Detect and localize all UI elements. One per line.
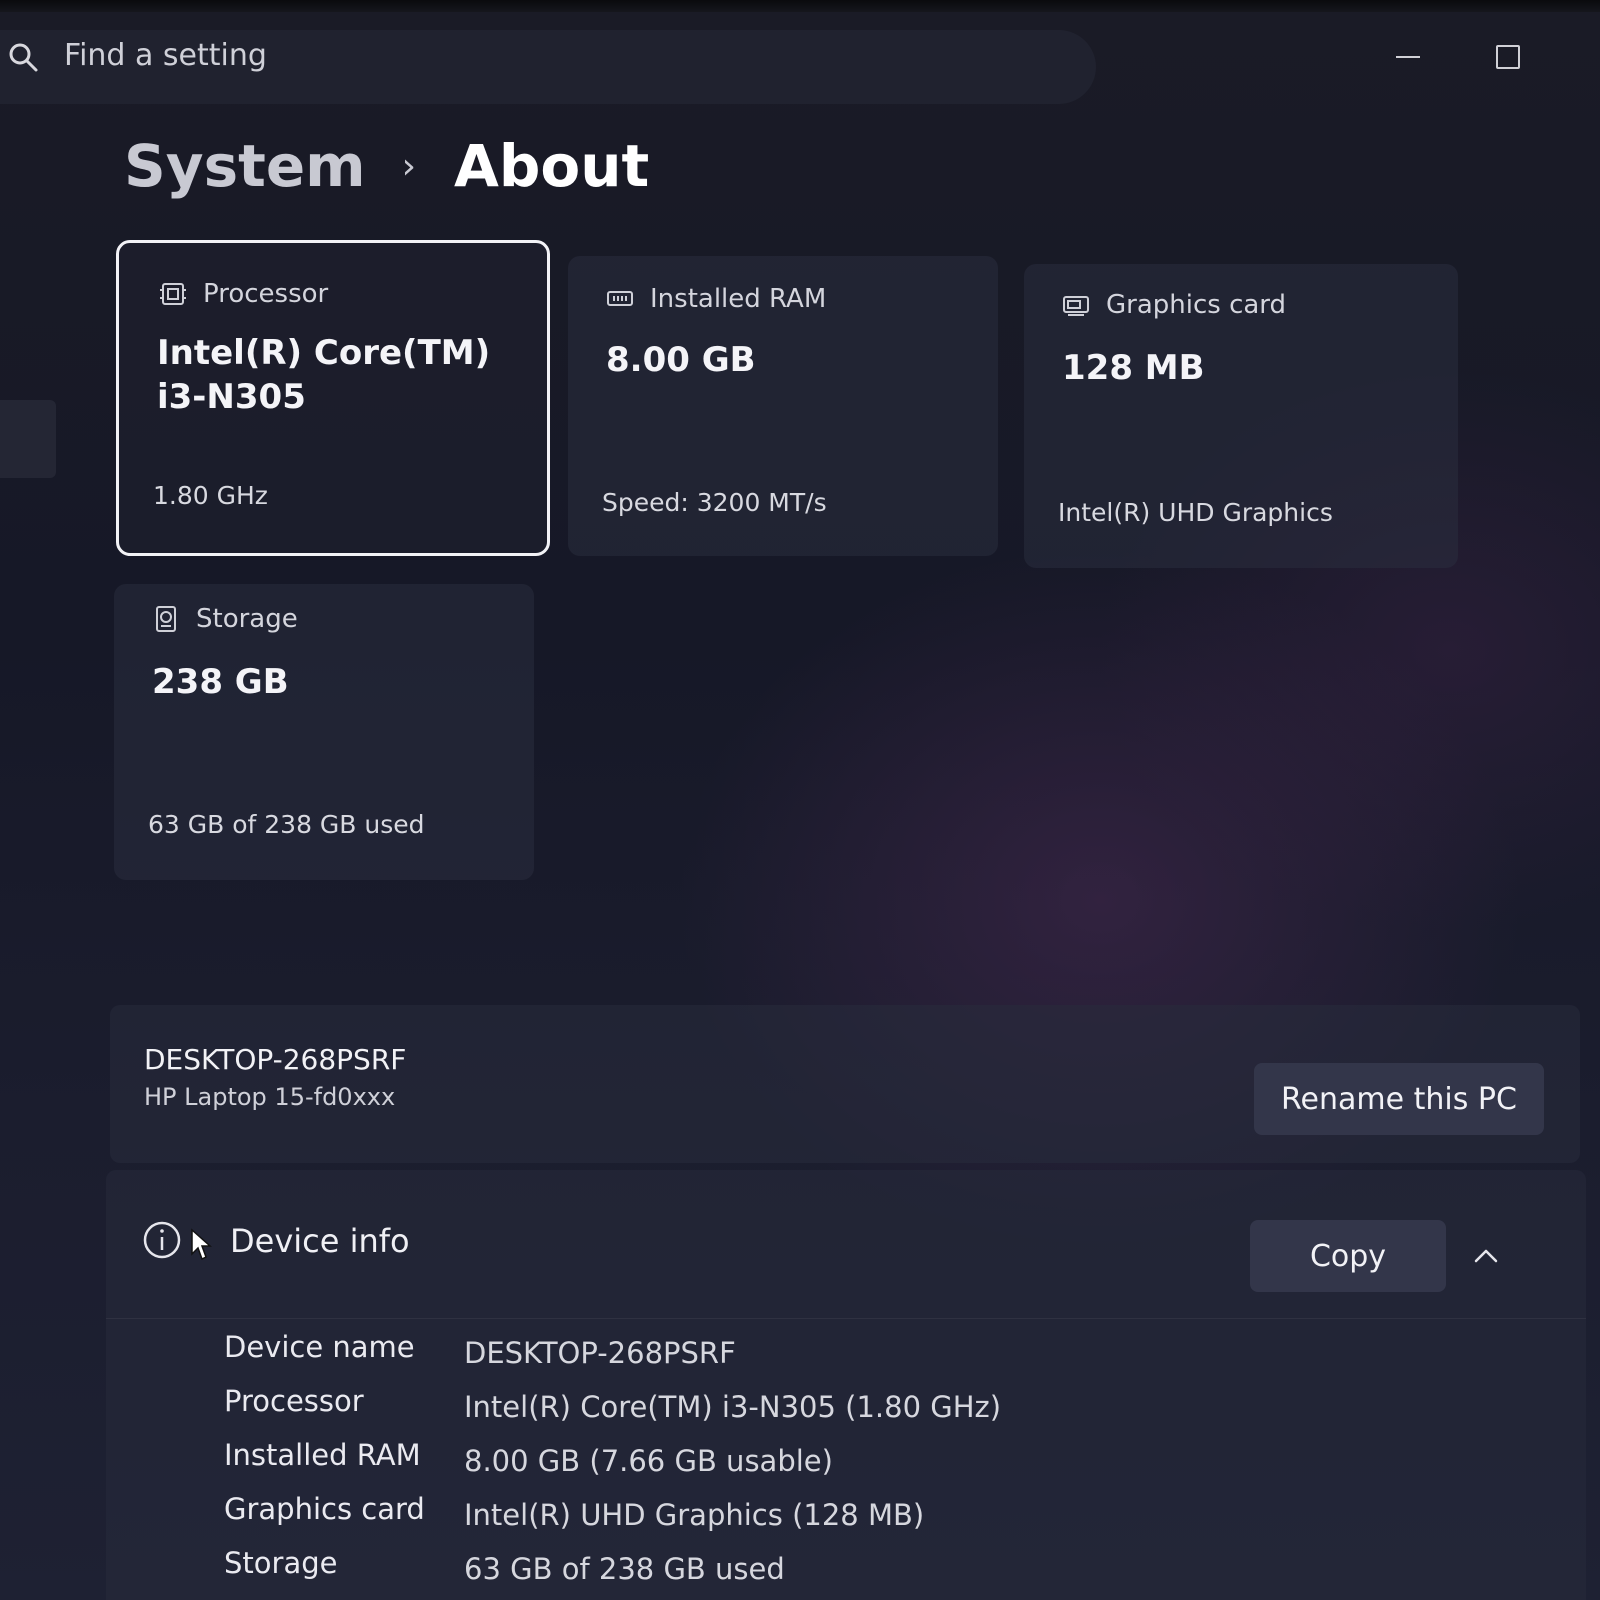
breadcrumb: System › About [124,132,649,200]
storage-icon [156,606,176,632]
pc-model: HP Laptop 15-fd0xxx [144,1083,396,1111]
pc-name: DESKTOP-268PSRF [144,1043,407,1076]
storage-card-value: 238 GB [152,662,289,702]
ram-icon [607,291,633,306]
ram-card-value: 8.00 GB [606,340,756,380]
device-info-header[interactable]: Device info Copy [106,1170,1586,1319]
processor-card-value: Intel(R) Core(TM) i3-N305 [157,333,491,417]
ram-card-header: Installed RAM [606,284,826,314]
spec-label: Processor [224,1384,364,1418]
spec-label: Storage [224,1546,338,1580]
spec-row: Installed RAM 8.00 GB (7.66 GB usable) [224,1438,1424,1490]
device-info-section: Device info Copy Device name DESKTOP-268… [106,1170,1586,1600]
page-title: About [454,132,650,200]
ram-card-sub: Speed: 3200 MT/s [602,488,827,517]
ram-card[interactable]: Installed RAM 8.00 GB Speed: 3200 MT/s [568,256,998,556]
search-icon [9,43,38,72]
spec-value: 8.00 GB (7.66 GB usable) [464,1444,833,1478]
pc-name-row: DESKTOP-268PSRF HP Laptop 15-fd0xxx Rena… [110,1005,1580,1163]
sidebar-item-selected[interactable] [0,400,56,478]
graphics-card-header: Graphics card [1062,290,1286,320]
spec-row: Processor Intel(R) Core(TM) i3-N305 (1.8… [224,1384,1424,1436]
graphics-card-value: 128 MB [1062,348,1205,388]
processor-card-header: Processor [159,279,328,309]
graphics-card-title: Graphics card [1106,290,1287,320]
processor-card-title: Processor [203,279,329,309]
screen-top-edge [0,0,1600,12]
spec-label: Device name [224,1330,415,1364]
spec-row: Device name DESKTOP-268PSRF [224,1330,1424,1382]
processor-icon [160,283,186,305]
breadcrumb-system[interactable]: System [124,132,366,200]
chevron-right-icon: › [401,145,417,187]
spec-value: DESKTOP-268PSRF [464,1336,736,1370]
storage-card-title: Storage [196,604,298,634]
search-input[interactable]: Find a setting [64,38,267,73]
maximize-icon [1496,45,1520,69]
storage-card-sub: 63 GB of 238 GB used [148,810,425,839]
spec-value: Intel(R) Core(TM) i3-N305 (1.80 GHz) [464,1390,1002,1424]
graphics-card-card[interactable]: Graphics card 128 MB Intel(R) UHD Graphi… [1024,264,1458,568]
spec-row: Graphics card Intel(R) UHD Graphics (128… [224,1492,1424,1544]
spec-label: Graphics card [224,1492,425,1526]
spec-row: Storage 63 GB of 238 GB used [224,1546,1424,1598]
graphics-card-sub: Intel(R) UHD Graphics [1058,498,1333,527]
storage-card[interactable]: Storage 238 GB 63 GB of 238 GB used [114,584,534,880]
spec-value: 63 GB of 238 GB used [464,1552,785,1586]
mouse-cursor-icon [191,1228,212,1261]
spec-label: Installed RAM [224,1438,421,1472]
ram-card-title: Installed RAM [650,284,827,314]
maximize-button[interactable] [1481,34,1535,80]
graphics-card-icon [1063,296,1089,316]
copy-button[interactable]: Copy [1250,1220,1446,1292]
processor-card-sub: 1.80 GHz [153,481,268,510]
minimize-button[interactable] [1381,34,1435,80]
chevron-up-icon[interactable] [1470,1240,1502,1272]
rename-pc-button[interactable]: Rename this PC [1254,1063,1544,1135]
storage-card-header: Storage [152,604,298,634]
minimize-icon [1396,56,1420,58]
processor-card[interactable]: Processor Intel(R) Core(TM) i3-N305 1.80… [116,240,550,556]
device-info-title: Device info [230,1222,410,1260]
info-icon [143,1221,181,1259]
spec-value: Intel(R) UHD Graphics (128 MB) [464,1498,925,1532]
